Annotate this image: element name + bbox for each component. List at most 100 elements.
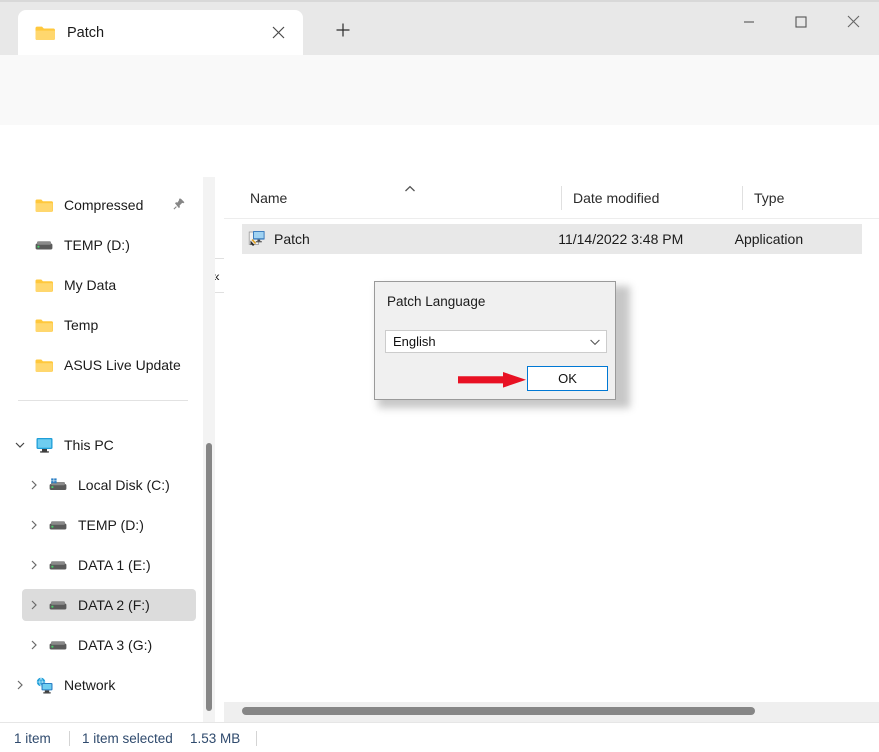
network-icon (32, 675, 56, 695)
red-arrow-annotation (458, 368, 528, 397)
chevron-right-icon[interactable] (8, 669, 32, 701)
language-dropdown-value: English (393, 334, 436, 349)
folder-icon (35, 25, 55, 41)
close-icon[interactable] (261, 18, 295, 48)
chevron-down-icon[interactable] (8, 429, 32, 461)
chevron-right-icon[interactable] (22, 509, 46, 541)
column-header-label: Type (754, 190, 785, 206)
navigation-pane: Compressed TEMP (D:) My Data Temp ASUS L… (0, 177, 215, 722)
sidebar-item-network[interactable]: Network (8, 669, 196, 701)
folder-icon (32, 315, 56, 335)
column-header-date-modified[interactable]: Date modified (561, 177, 741, 219)
file-name: Patch (274, 231, 310, 247)
status-selection: 1 item selected (82, 723, 173, 752)
file-type: Application (734, 231, 804, 247)
sidebar-item-label: DATA 1 (E:) (78, 557, 151, 573)
sidebar-item-temp[interactable]: Temp (8, 309, 196, 341)
file-date-modified: 11/14/2022 3:48 PM (558, 231, 684, 247)
column-header-row: Name Date modified Type (224, 177, 879, 219)
status-bar: 1 item 1 item selected 1.53 MB (0, 722, 879, 752)
sidebar-item-label: Local Disk (C:) (78, 477, 170, 493)
sidebar-item-data-3-g[interactable]: DATA 3 (G:) (22, 629, 196, 661)
command-bar: New (0, 55, 879, 160)
installer-icon (248, 230, 266, 248)
window-controls (723, 0, 879, 48)
status-selection-label: 1 item selected (82, 730, 173, 746)
language-dropdown[interactable]: English (385, 330, 607, 353)
header-underline (224, 218, 879, 219)
sidebar-item-label: Network (64, 677, 116, 693)
sidebar-item-label: TEMP (D:) (78, 517, 144, 533)
horizontal-scrollbar-thumb[interactable] (242, 707, 755, 715)
status-item-count: 1 item (14, 723, 51, 752)
status-size-label: 1.53 MB (190, 730, 241, 746)
chevron-right-icon[interactable] (22, 469, 46, 501)
sidebar-divider (18, 400, 188, 401)
ok-button[interactable]: OK (527, 366, 608, 391)
sidebar-item-label: DATA 2 (F:) (78, 597, 150, 613)
chevron-right-icon[interactable] (22, 589, 46, 621)
sidebar-item-label: TEMP (D:) (64, 237, 130, 253)
title-bar: Patch (0, 0, 879, 55)
maximize-icon (795, 15, 807, 33)
sidebar-item-local-disk-c[interactable]: Local Disk (C:) (22, 469, 196, 501)
drive-icon (46, 635, 70, 655)
close-window-button[interactable] (827, 0, 879, 48)
sidebar-item-this-pc[interactable]: This PC (8, 429, 196, 461)
folder-icon (32, 275, 56, 295)
navigation-bar: « Crack › Patch Search Patch (0, 125, 879, 293)
minimize-icon (743, 15, 755, 33)
sidebar-scrollbar-thumb[interactable] (206, 443, 212, 711)
plus-icon (335, 22, 351, 43)
chevron-down-icon (584, 336, 606, 348)
drive-icon (46, 515, 70, 535)
sidebar-item-label: Temp (64, 317, 99, 333)
pin-icon[interactable] (172, 197, 186, 214)
column-header-label: Date modified (573, 190, 660, 206)
sidebar-item-label: DATA 3 (G:) (78, 637, 153, 653)
drive-icon (46, 555, 70, 575)
minimize-button[interactable] (723, 0, 775, 48)
maximize-button[interactable] (775, 0, 827, 48)
table-row[interactable]: Patch 11/14/2022 3:48 PM Application (242, 224, 862, 254)
sidebar-item-label: Compressed (64, 197, 144, 213)
sidebar-item-label: ASUS Live Update (64, 357, 181, 373)
file-list-pane: Name Date modified Type Patch 11/14/2022… (224, 177, 879, 722)
sidebar-item-data-1-e[interactable]: DATA 1 (E:) (22, 549, 196, 581)
pc-icon (32, 435, 56, 455)
status-divider (256, 731, 257, 746)
column-header-label: Name (250, 190, 288, 206)
ok-button-label: OK (558, 371, 577, 386)
chevron-right-icon[interactable] (22, 549, 46, 581)
sidebar-item-asus-live-update[interactable]: ASUS Live Update (8, 349, 196, 381)
folder-icon (32, 195, 56, 215)
file-explorer-window: Patch « Compressed TEMP (D:) My Data Tem… (0, 0, 879, 752)
sidebar-item-temp-d-drive[interactable]: TEMP (D:) (22, 509, 196, 541)
sidebar-item-compressed[interactable]: Compressed (8, 189, 196, 221)
column-header-type[interactable]: Type (742, 177, 872, 219)
close-icon (847, 15, 860, 33)
drive-icon (32, 235, 56, 255)
tab-patch[interactable]: Patch (18, 10, 303, 55)
sidebar-item-data-2-f[interactable]: DATA 2 (F:) (22, 589, 196, 621)
chevron-up-icon (403, 181, 417, 199)
status-item-count-label: 1 item (14, 730, 51, 746)
status-size: 1.53 MB (190, 723, 240, 752)
windows-drive-icon (46, 475, 70, 495)
sidebar-item-label: This PC (64, 437, 114, 453)
sidebar-item-label: My Data (64, 277, 117, 293)
folder-icon (32, 355, 56, 375)
new-tab-button[interactable] (322, 16, 364, 48)
status-divider (69, 731, 70, 746)
sidebar-item-my-data[interactable]: My Data (8, 269, 196, 301)
chevron-right-icon[interactable] (22, 629, 46, 661)
dialog-title: Patch Language (387, 294, 486, 309)
sidebar-item-temp-d[interactable]: TEMP (D:) (8, 229, 196, 261)
drive-icon (46, 595, 70, 615)
tab-label: Patch (67, 24, 105, 41)
